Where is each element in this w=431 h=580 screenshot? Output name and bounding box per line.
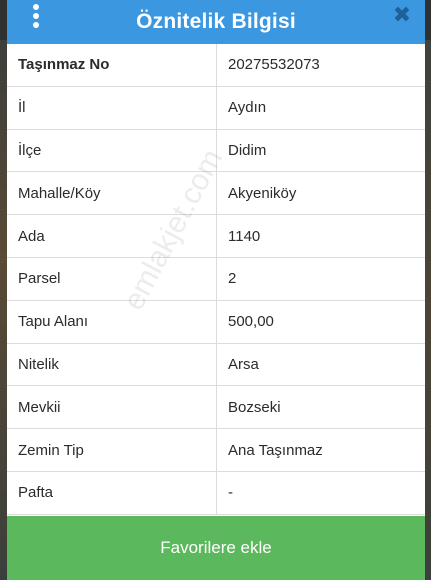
kebab-dot <box>33 22 39 28</box>
attribute-value: Arsa <box>228 355 259 373</box>
attribute-dialog: Öznitelik Bilgisi ✖ Taşınmaz No 202755320… <box>7 0 425 580</box>
attribute-row: Parsel 2 <box>7 257 425 301</box>
attribute-row: Ada 1140 <box>7 215 425 258</box>
attribute-row: Zemin Tip Ana Taşınmaz <box>7 429 425 472</box>
attribute-key: Parsel <box>7 257 217 300</box>
attribute-row: İl Aydın <box>7 86 425 130</box>
attribute-key: Zemin Tip <box>7 429 217 471</box>
attribute-row: İlçe Didim <box>7 129 425 173</box>
attribute-key: İl <box>7 86 217 129</box>
background-edge-right <box>425 40 431 580</box>
attribute-value: Aydın <box>228 99 267 117</box>
attribute-table: Taşınmaz No 20275532073 İl Aydın İlçe Didim Ma… <box>7 44 425 515</box>
close-icon[interactable]: ✖ <box>391 4 413 26</box>
attribute-value: Ana Taşınmaz <box>228 441 323 459</box>
kebab-dot <box>33 13 39 19</box>
attribute-value: 20275532073 <box>228 56 320 74</box>
dialog-header: Öznitelik Bilgisi ✖ <box>7 0 425 44</box>
attribute-value: - <box>228 484 233 502</box>
attribute-key: Mahalle/Köy <box>7 172 217 215</box>
background-edge-left <box>0 40 7 580</box>
attribute-key: Ada <box>7 215 217 257</box>
attribute-row: Nitelik Arsa <box>7 343 425 387</box>
attribute-value: 2 <box>228 270 237 288</box>
attribute-value: 500,00 <box>228 313 274 331</box>
attribute-key: Tapu Alanı <box>7 300 217 343</box>
attribute-value: 1140 <box>228 227 261 245</box>
kebab-dot <box>33 4 39 10</box>
attribute-value: Akyeniköy <box>228 184 297 202</box>
attribute-row: Mevkii Bozseki <box>7 386 425 430</box>
kebab-menu-icon[interactable] <box>29 4 43 28</box>
attribute-key: Taşınmaz No <box>7 44 217 86</box>
screen-frame: Öznitelik Bilgisi ✖ Taşınmaz No 202755320… <box>0 0 431 580</box>
dialog-title: Öznitelik Bilgisi <box>136 10 296 33</box>
attribute-row: Tapu Alanı 500,00 <box>7 300 425 344</box>
attribute-key: İlçe <box>7 129 217 172</box>
attribute-row: Mahalle/Köy Akyeniköy <box>7 172 425 216</box>
attribute-value: Bozseki <box>228 398 281 416</box>
attribute-row: Pafta - <box>7 471 425 515</box>
add-to-favorites-button[interactable]: Favorilere ekle <box>7 516 425 580</box>
attribute-row: Taşınmaz No 20275532073 <box>7 44 425 87</box>
attribute-value: Didim <box>228 141 267 159</box>
attribute-key: Mevkii <box>7 386 217 429</box>
attribute-key: Pafta <box>7 471 217 514</box>
attribute-key: Nitelik <box>7 343 217 386</box>
